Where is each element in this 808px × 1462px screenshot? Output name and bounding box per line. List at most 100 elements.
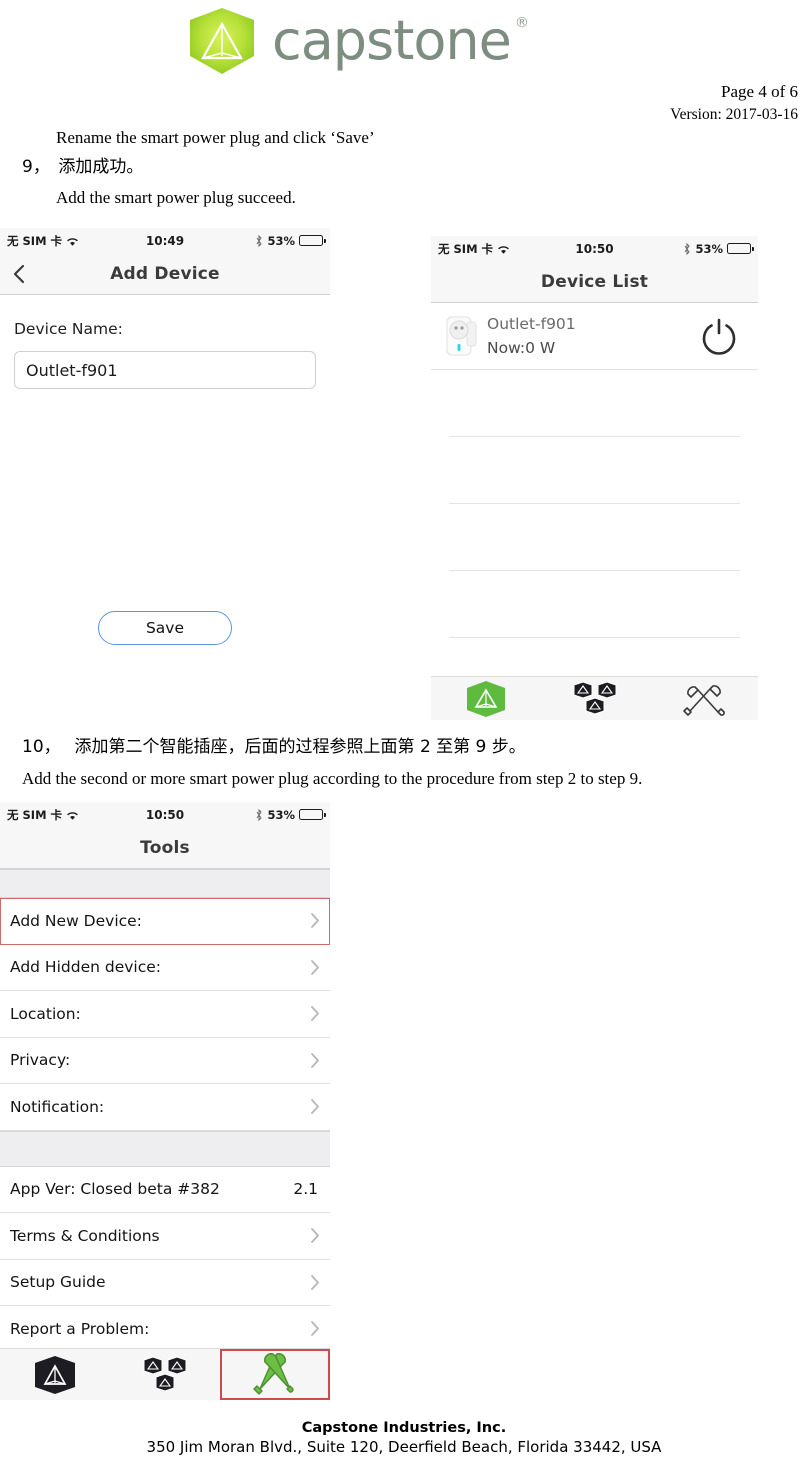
row-label: Location:: [10, 1004, 81, 1023]
add-device-screenshot: 无 SIM 卡 10:49 53% Add Device Device Name…: [0, 228, 330, 718]
status-bar-right: 53%: [683, 241, 754, 256]
row-label: Terms & Conditions: [10, 1226, 160, 1245]
chevron-right-icon: [310, 959, 320, 976]
registered-trademark-icon: ®: [514, 15, 529, 31]
row-label: Add Hidden device:: [10, 958, 161, 977]
page-title: Add Device: [110, 263, 220, 284]
device-list-item[interactable]: Outlet-f901 Now:0 W: [431, 303, 758, 370]
tab-home[interactable]: [431, 677, 540, 720]
chevron-right-icon: [310, 1320, 320, 1337]
page-number: Page 4 of 6: [721, 82, 798, 101]
row-label: App Ver: Closed beta #382: [10, 1180, 220, 1199]
device-power: Now:0 W: [487, 339, 556, 357]
row-label: Privacy:: [10, 1051, 71, 1070]
nav-bar: Device List: [431, 261, 758, 303]
document-meta: Page 4 of 6 Version: 2017-03-16: [670, 80, 798, 126]
battery-percent: 53%: [267, 233, 295, 248]
status-bar-right: 53%: [255, 233, 326, 248]
smart-plug-icon: [443, 313, 481, 359]
device-name-value: Outlet-f901: [26, 360, 118, 380]
device-name-label: Device Name:: [14, 320, 123, 338]
tools-icon: [682, 684, 725, 716]
device-list-empty-row: [449, 437, 740, 504]
status-bar: 无 SIM 卡 10:50 53%: [0, 802, 330, 827]
capstone-shield-icon: [466, 680, 505, 717]
row-label: Notification:: [10, 1097, 105, 1116]
tools-row-notification[interactable]: Notification:: [0, 1084, 330, 1131]
tab-tools[interactable]: [649, 677, 758, 720]
device-item-texts: Outlet-f901 Now:0 W: [487, 315, 576, 357]
tools-row-terms-conditions[interactable]: Terms & Conditions: [0, 1213, 330, 1260]
battery-percent: 53%: [695, 241, 723, 256]
page-title: Device List: [540, 271, 649, 292]
status-bar: 无 SIM 卡 10:50 53%: [431, 236, 758, 261]
chevron-right-icon: [310, 1098, 320, 1115]
battery-icon: [727, 243, 754, 254]
chevron-right-icon: [310, 1052, 320, 1069]
battery-percent: 53%: [267, 807, 295, 822]
tools-row-add-hidden-device[interactable]: Add Hidden device:: [0, 944, 330, 991]
step-9-chinese: 9， 添加成功。: [22, 157, 144, 177]
footer-address: 350 Jim Moran Blvd., Suite 120, Deerfiel…: [146, 1438, 662, 1456]
save-button-row: Save: [14, 611, 316, 645]
tab-tools[interactable]: [220, 1349, 330, 1400]
tools-row-location[interactable]: Location:: [0, 991, 330, 1038]
app-version-value: 2.1: [293, 1180, 318, 1199]
devices-group-icon: [143, 1355, 187, 1392]
step-10-chinese: 10， 添加第二个智能插座，后面的过程参照上面第 2 至第 9 步。: [22, 737, 526, 757]
battery-icon: [299, 809, 326, 820]
row-label: Add New Device:: [10, 911, 142, 930]
tools-row-privacy[interactable]: Privacy:: [0, 1037, 330, 1084]
tab-bar: [0, 1348, 330, 1400]
device-name: Outlet-f901: [487, 315, 576, 333]
power-toggle-icon[interactable]: [698, 315, 740, 357]
devices-group-icon: [573, 680, 616, 715]
document-footer: Capstone Industries, Inc. 350 Jim Moran …: [0, 1420, 808, 1456]
step-9-english: Add the smart power plug succeed.: [56, 188, 296, 207]
back-chevron-icon[interactable]: [10, 262, 28, 286]
section-spacer: [0, 869, 330, 898]
capstone-shield-icon: [35, 1355, 75, 1394]
device-list-empty-row: [449, 370, 740, 437]
nav-bar: Tools: [0, 827, 330, 869]
row-label: Setup Guide: [10, 1273, 106, 1292]
battery-icon: [299, 235, 326, 246]
bluetooth-icon: [683, 242, 691, 255]
tools-icon: [253, 1352, 294, 1395]
capstone-logo: capstone ®: [186, 4, 606, 78]
tab-bar: [431, 676, 758, 720]
chevron-right-icon: [310, 1005, 320, 1022]
tools-screenshot: 无 SIM 卡 10:50 53% Tools Add New Device: …: [0, 802, 330, 1400]
row-label: Report a Problem:: [10, 1319, 150, 1338]
tab-devices[interactable]: [540, 677, 649, 720]
logo-word-text: capstone: [272, 9, 512, 72]
tools-row-report-problem[interactable]: Report a Problem:: [0, 1306, 330, 1353]
tools-row-add-new-device[interactable]: Add New Device:: [0, 898, 330, 945]
step-10-english: Add the second or more smart power plug …: [22, 769, 643, 788]
capstone-shield-logo-icon: [186, 6, 258, 76]
device-list-screenshot: 无 SIM 卡 10:50 53% Device List Outlet-f90…: [431, 236, 758, 720]
tab-devices[interactable]: [110, 1349, 220, 1400]
tab-home[interactable]: [0, 1349, 110, 1400]
device-list-body: Outlet-f901 Now:0 W: [431, 303, 758, 638]
section-spacer: [0, 1130, 330, 1167]
bluetooth-icon: [255, 808, 263, 821]
nav-bar: Add Device: [0, 253, 330, 295]
document-version: Version: 2017-03-16: [670, 106, 798, 124]
bluetooth-icon: [255, 234, 263, 247]
tools-row-app-version: App Ver: Closed beta #382 2.1: [0, 1166, 330, 1213]
chevron-right-icon: [310, 1274, 320, 1291]
status-bar-right: 53%: [255, 807, 326, 822]
save-button[interactable]: Save: [98, 611, 232, 645]
chevron-right-icon: [310, 912, 320, 929]
page-title: Tools: [140, 837, 190, 858]
status-bar: 无 SIM 卡 10:49 53%: [0, 228, 330, 253]
device-list-empty-row: [449, 504, 740, 571]
rename-instruction: Rename the smart power plug and click ‘S…: [56, 128, 375, 147]
footer-company: Capstone Industries, Inc.: [301, 1420, 507, 1436]
chevron-right-icon: [310, 1227, 320, 1244]
device-name-input[interactable]: Outlet-f901: [14, 351, 316, 389]
tools-row-setup-guide[interactable]: Setup Guide: [0, 1259, 330, 1306]
logo-wordmark: capstone ®: [272, 14, 529, 68]
device-list-empty-row: [449, 571, 740, 638]
